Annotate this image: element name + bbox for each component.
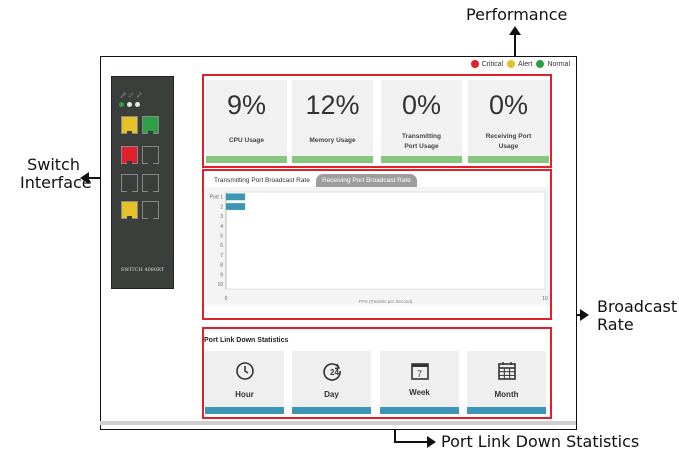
tx-port-usage-label: Transmitting Port Usage: [401, 133, 441, 150]
chart-x-axis-label: PPS (Packets per Second): [359, 299, 413, 304]
broadcast-chart: Port 1 2 3 4 5 6 7 8 9 10 0 10 PPS (Packets per Seco…: [210, 191, 548, 304]
port-6[interactable]: [142, 174, 159, 192]
memory-usage-label: Memory Usage: [309, 137, 356, 144]
port-2[interactable]: [142, 116, 159, 134]
chart-x-tick-label: 10: [542, 296, 548, 302]
chart-y-tick-label: 3: [220, 214, 223, 220]
month-bar: [467, 407, 546, 414]
broadcast-callout: Broadcast Rate: [597, 298, 677, 334]
rx-port-usage-label: Receiving Port Usage: [485, 133, 532, 150]
day-bar: [292, 407, 371, 414]
port-link-down-title: Port Link Down Statistics: [204, 337, 289, 344]
legend-alert: Alert: [518, 60, 533, 68]
week-icon-number: 7: [417, 369, 422, 379]
port-5[interactable]: [121, 174, 138, 192]
svg-text:24: 24: [330, 368, 339, 377]
chart-bar: [226, 193, 246, 201]
chart-x-tick-label: 0: [225, 296, 228, 302]
broadcast-line1: Broadcast: [597, 297, 678, 316]
cpu-usage-card[interactable]: 9% CPU Usage: [206, 80, 287, 163]
hour-bar: [205, 407, 284, 414]
day-label: Day: [324, 390, 339, 399]
week-label: Week: [409, 388, 430, 397]
chart-y-tick-label: 8: [220, 263, 223, 269]
link-down-month-card[interactable]: Month: [467, 351, 546, 414]
led-label-sys: SYS: [127, 91, 135, 99]
tab-receiving-broadcast[interactable]: Receiving Port Broadcast Rate: [316, 174, 417, 187]
port-3[interactable]: [121, 146, 138, 164]
memory-usage-card[interactable]: 12% Memory Usage: [292, 80, 373, 163]
cpu-usage-value: 9%: [226, 90, 267, 120]
chart-y-tick-label: 5: [220, 233, 223, 239]
port-8[interactable]: [142, 201, 159, 219]
tx-status-bar: [381, 156, 462, 163]
rx-status-bar: [468, 156, 549, 163]
chart-y-tick-label: Port 1: [210, 195, 224, 201]
port-1[interactable]: [121, 116, 138, 134]
calendar-month-icon: [498, 362, 516, 380]
device-model-label: SWITCH 4080RT: [120, 267, 165, 273]
switch-interface-line1: Switch: [27, 155, 80, 174]
horizontal-scrollbar[interactable]: [100, 421, 576, 425]
tx-port-usage-value: 0%: [401, 90, 442, 120]
link-down-day-card[interactable]: 24 Day: [292, 351, 371, 414]
chart-y-tick-label: 4: [220, 224, 223, 230]
normal-dot-icon: [536, 60, 545, 68]
rx-port-usage-value: 0%: [488, 90, 529, 120]
memory-status-bar: [292, 156, 373, 163]
chart-y-tick-label: 7: [220, 253, 223, 259]
chart-y-tick-label: 10: [217, 282, 223, 288]
hour-label: Hour: [235, 390, 254, 399]
led-alm: [135, 102, 140, 107]
link-down-week-card[interactable]: 7 Week: [380, 351, 459, 414]
memory-usage-value: 12%: [305, 90, 360, 120]
cpu-status-bar: [206, 156, 287, 163]
calendar-week-icon: 7: [411, 363, 429, 380]
performance-callout: Performance: [466, 5, 568, 24]
tx-port-usage-card[interactable]: 0% Transmitting Port Usage: [381, 80, 462, 163]
led-label-pwr: PWR: [119, 91, 128, 99]
broadcast-chart-area: Port 1 2 3 4 5 6 7 8 9 10 0 10 PPS (Packets per Seco…: [205, 187, 549, 305]
status-legend: Critical Alert Normal: [467, 60, 570, 68]
rx-port-usage-card[interactable]: 0% Receiving Port Usage: [468, 80, 549, 163]
week-bar: [380, 407, 459, 414]
legend-normal: Normal: [547, 60, 570, 68]
led-sys: [127, 102, 132, 107]
link-down-hour-card[interactable]: Hour: [205, 351, 284, 414]
chart-bar: [226, 203, 246, 210]
alert-dot-icon: [507, 60, 516, 68]
port-link-arrow-head: [427, 436, 436, 448]
chart-y-tick-label: 9: [220, 272, 223, 278]
port-7[interactable]: [121, 201, 138, 219]
switch-interface-callout: Switch Interface: [20, 155, 92, 192]
chart-y-tick-label: 2: [220, 204, 223, 210]
broadcast-arrow-head: [580, 309, 589, 321]
port-link-callout: Port Link Down Statistics: [441, 432, 640, 451]
port-4[interactable]: [142, 146, 159, 164]
performance-arrow-head: [509, 26, 521, 35]
day-24h-icon: 24: [323, 363, 341, 381]
broadcast-line2: Rate: [597, 315, 634, 334]
clock-icon: [236, 362, 254, 380]
critical-dot-icon: [470, 60, 479, 68]
chart-plot-area: [225, 191, 546, 290]
led-pwr: [119, 102, 124, 107]
legend-critical: Critical: [481, 60, 504, 68]
led-label-alm: ALM: [135, 91, 143, 99]
cpu-usage-label: CPU Usage: [228, 137, 265, 144]
switch-interface-line2: Interface: [20, 173, 92, 192]
chart-y-tick-label: 6: [220, 243, 223, 249]
month-label: Month: [494, 390, 519, 399]
tab-transmitting-broadcast[interactable]: Transmitting Port Broadcast Rate: [208, 174, 316, 187]
port-link-arrow-h: [394, 441, 428, 443]
switch-device-panel[interactable]: PWR SYS ALM SWITCH 4080RT: [111, 76, 174, 289]
switch-interface-arrow-head: [80, 172, 89, 184]
